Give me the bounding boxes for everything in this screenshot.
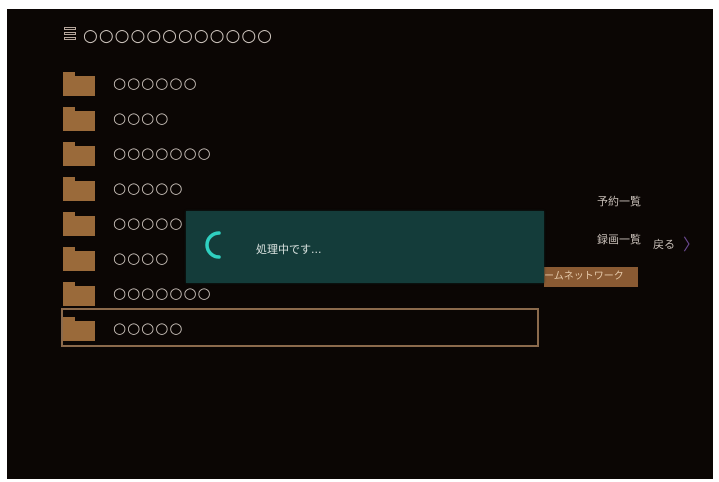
folder-label: ○○○○○○○ [113, 284, 212, 302]
folder-label: ○○○○ [113, 249, 170, 267]
processing-message: 処理中です... [256, 243, 322, 256]
folder-icon [63, 247, 95, 271]
recording-list-button[interactable]: 録画一覧 [597, 231, 641, 247]
back-button[interactable]: 戻る〉 [653, 231, 699, 255]
processing-dialog: 処理中です... [186, 211, 544, 283]
chevron-right-icon: 〉 [683, 235, 700, 254]
list-item-3[interactable]: ○○○○○○○ [63, 135, 537, 170]
list-item-1[interactable]: ○○○○○○ [63, 65, 537, 100]
folder-label: ○○○○○○ [113, 74, 198, 92]
home-network-button[interactable]: ームネットワーク [544, 267, 638, 287]
folder-label: ○○○○○ [113, 179, 184, 197]
server-icon [63, 27, 77, 45]
list-item-8-selected[interactable]: ○○○○○ [61, 308, 539, 347]
folder-label: ○○○○○ [113, 319, 184, 337]
reservation-list-button[interactable]: 予約一覧 [597, 193, 641, 209]
folder-label: ○○○○○○○ [113, 144, 212, 162]
folder-list: ○○○○○○ ○○○○ ○○○○○○○ ○○○○○ ○○○○○ ○○○○ ○○○… [61, 65, 539, 347]
folder-icon [63, 282, 95, 306]
list-item-2[interactable]: ○○○○ [63, 100, 537, 135]
folder-icon [63, 177, 95, 201]
page-title: ○○○○○○○○○○○○ [83, 26, 274, 46]
list-item-4[interactable]: ○○○○○ [63, 170, 537, 205]
folder-label: ○○○○○ [113, 214, 184, 232]
folder-label: ○○○○ [113, 109, 170, 127]
folder-icon [63, 317, 95, 341]
loading-spinner-icon [205, 231, 221, 259]
folder-icon [63, 212, 95, 236]
folder-icon [63, 142, 95, 166]
folder-icon [63, 72, 95, 96]
folder-icon [63, 107, 95, 131]
back-label: 戻る [653, 238, 675, 251]
header: ○○○○○○○○○○○○ [63, 25, 273, 47]
tv-screen: ○○○○○○○○○○○○ ○○○○○○ ○○○○ ○○○○○○○ ○○○○○ ○… [7, 9, 713, 479]
